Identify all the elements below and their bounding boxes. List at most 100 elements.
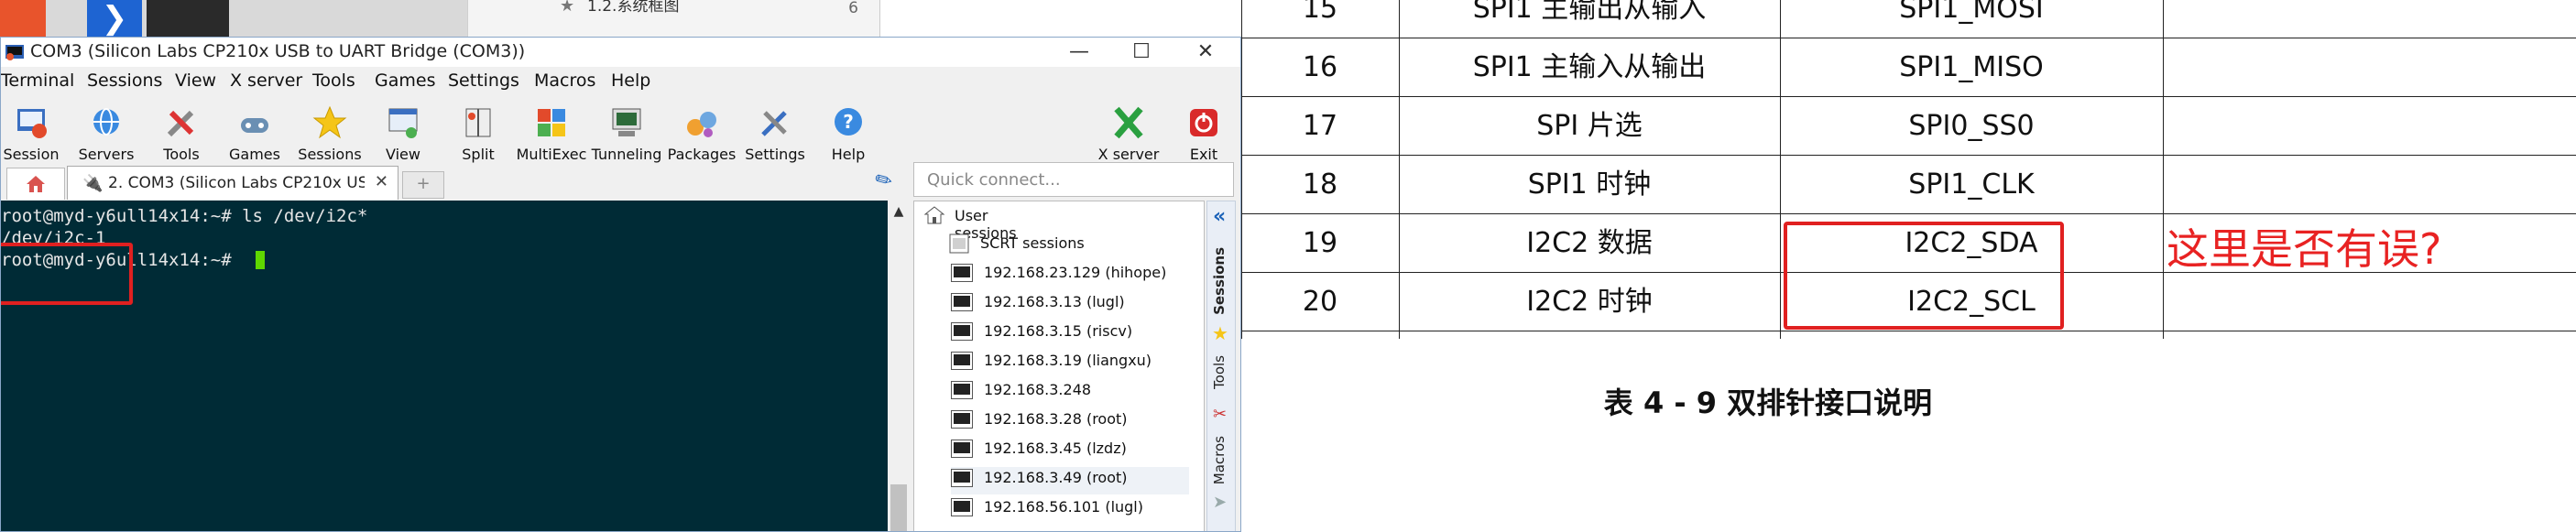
mobaxterm-window: COM3 (Silicon Labs CP210x USB to UART Br… bbox=[0, 37, 1241, 532]
title-bar[interactable]: COM3 (Silicon Labs CP210x USB to UART Br… bbox=[1, 38, 1240, 67]
terminal-session-icon bbox=[951, 381, 973, 399]
document-page-left bbox=[879, 0, 1242, 37]
xserver-icon bbox=[1109, 103, 1148, 142]
terminal-area[interactable]: root@myd-y6ull14x14:~# ls /dev/i2c* /dev… bbox=[1, 201, 888, 531]
collapse-sidebar-icon[interactable]: « bbox=[1213, 205, 1226, 228]
menu-games[interactable]: Games bbox=[375, 71, 435, 91]
view-icon bbox=[384, 103, 422, 142]
tab-close-icon[interactable]: ✕ bbox=[375, 172, 388, 191]
side-tab-sessions[interactable]: Sessions bbox=[1211, 247, 1231, 315]
highlight-box-i2c bbox=[1784, 222, 2064, 330]
terminal-scrollbar[interactable]: ▲ bbox=[888, 201, 910, 531]
games-button[interactable]: Games bbox=[219, 100, 290, 163]
pin-number: 20 bbox=[1241, 273, 1399, 331]
annotation-text: 这里是否有误? bbox=[2167, 224, 2442, 274]
new-tab-button[interactable]: + bbox=[402, 171, 444, 199]
attach-icon[interactable]: ✎ bbox=[871, 167, 897, 195]
pin-note bbox=[2163, 38, 2576, 97]
app-taskbar-icon-1[interactable] bbox=[0, 0, 46, 37]
pin-function: SPI1 时钟 bbox=[1399, 156, 1780, 214]
app-taskbar-icon-2[interactable]: ❯ bbox=[87, 0, 142, 37]
menu-terminal[interactable]: Terminal bbox=[1, 71, 74, 91]
home-icon bbox=[27, 176, 45, 192]
x-server-button[interactable]: X server bbox=[1093, 100, 1164, 163]
maximize-button[interactable]: ☐ bbox=[1110, 38, 1173, 67]
desktop-background bbox=[0, 0, 467, 37]
sessions-button[interactable]: Sessions bbox=[294, 100, 366, 163]
pin-function: SPI1 主输出从输入 bbox=[1399, 0, 1780, 38]
help-icon: ? bbox=[829, 103, 868, 142]
quick-connect-input[interactable]: Quick connect... bbox=[913, 162, 1234, 197]
close-button[interactable]: ✕ bbox=[1174, 38, 1237, 67]
pin-function: SPI 片选 bbox=[1399, 97, 1780, 156]
highlight-box-terminal bbox=[1, 243, 133, 305]
split-button[interactable]: Split bbox=[442, 100, 514, 163]
pin-signal: SPI1_MISO bbox=[1780, 38, 2163, 97]
pin-function: I2C2 时钟 bbox=[1399, 273, 1780, 331]
session-icon bbox=[12, 103, 50, 142]
pin-number: 19 bbox=[1241, 214, 1399, 273]
pin-note bbox=[2163, 273, 2576, 331]
star-icon: ★ bbox=[1212, 322, 1228, 344]
settings-button[interactable]: Settings bbox=[739, 100, 811, 163]
side-tab-macros[interactable]: Macros bbox=[1211, 436, 1231, 484]
tab-com3[interactable]: 🔌 2. COM3 (Silicon Labs CP210x USB t ✕ bbox=[67, 166, 398, 200]
packages-icon bbox=[682, 103, 721, 142]
menu-help[interactable]: Help bbox=[611, 71, 650, 91]
app-taskbar-icon-3[interactable] bbox=[147, 0, 229, 37]
terminal-session-icon bbox=[951, 498, 973, 516]
pin-signal: SPI1_MOSI bbox=[1780, 0, 2163, 38]
menu-x-server[interactable]: X server bbox=[230, 71, 302, 91]
multiexec-button[interactable]: MultiExec bbox=[516, 100, 587, 163]
pin-signal: SPI0_SS0 bbox=[1780, 97, 2163, 156]
terminal-session-icon bbox=[951, 293, 973, 311]
pin-signal: SPI1_CLK bbox=[1780, 156, 2163, 214]
table-row: 18 SPI1 时钟 SPI1_CLK bbox=[1241, 156, 2576, 214]
user-sessions-root[interactable]: User sessions bbox=[923, 205, 1017, 242]
table-caption: 表 4 - 9 双排针接口说明 bbox=[1603, 385, 1933, 420]
folder-icon bbox=[949, 233, 969, 254]
table-row: 15 SPI1 主输出从输入 SPI1_MOSI bbox=[1241, 0, 2576, 38]
terminal-cursor bbox=[256, 251, 265, 269]
document-page: 15 SPI1 主输出从输入 SPI1_MOSI 16 SPI1 主输入从输出 … bbox=[1241, 0, 2576, 532]
help-button[interactable]: ? Help bbox=[813, 100, 884, 163]
tab-home[interactable] bbox=[6, 168, 65, 200]
pin-number: 18 bbox=[1241, 156, 1399, 214]
games-icon bbox=[235, 103, 274, 142]
packages-button[interactable]: Packages bbox=[666, 100, 737, 163]
pin-function: SPI1 主输入从输出 bbox=[1399, 38, 1780, 97]
pin-function: I2C2 数据 bbox=[1399, 214, 1780, 273]
terminal-line: root@myd-y6ull14x14:~# ls /dev/i2c* bbox=[1, 206, 368, 226]
scrt-sessions-folder[interactable]: SCRT sessions bbox=[947, 233, 1085, 260]
view-button[interactable]: View bbox=[367, 100, 439, 163]
bookmark-icon: ★ bbox=[560, 0, 575, 16]
svg-text:?: ? bbox=[843, 111, 854, 133]
tools-button[interactable]: Tools bbox=[146, 100, 217, 163]
menu-tools[interactable]: Tools bbox=[312, 71, 355, 91]
menu-bar: Terminal Sessions View X server Tools Ga… bbox=[1, 71, 1240, 96]
tools-icon: ✂ bbox=[1213, 405, 1228, 424]
scroll-up-arrow-icon[interactable]: ▲ bbox=[888, 201, 910, 223]
outline-item-label[interactable]: 1.2.系统框图 bbox=[587, 0, 679, 15]
serial-icon: 🔌 bbox=[82, 174, 104, 193]
session-item-selected[interactable]: 192.168.3.49 (root) bbox=[951, 467, 1189, 494]
side-tab-tools[interactable]: Tools bbox=[1211, 355, 1231, 389]
settings-icon bbox=[756, 103, 794, 142]
terminal-session-icon bbox=[951, 322, 973, 341]
tunneling-button[interactable]: Tunneling bbox=[591, 100, 662, 163]
send-icon: ➤ bbox=[1213, 493, 1228, 512]
session-button[interactable]: Session bbox=[1, 100, 67, 163]
document-outline-panel: ★ 1.2.系统框图 6 bbox=[467, 0, 880, 37]
scrollbar-thumb[interactable] bbox=[890, 484, 907, 531]
multiexec-icon bbox=[532, 103, 571, 142]
minimize-button[interactable]: — bbox=[1048, 38, 1110, 67]
menu-macros[interactable]: Macros bbox=[534, 71, 595, 91]
exit-button[interactable]: Exit bbox=[1168, 100, 1239, 163]
menu-settings[interactable]: Settings bbox=[448, 71, 519, 91]
menu-view[interactable]: View bbox=[175, 71, 216, 91]
servers-button[interactable]: Servers bbox=[71, 100, 142, 163]
pin-note bbox=[2163, 0, 2576, 38]
tab-strip: 🔌 2. COM3 (Silicon Labs CP210x USB t ✕ +… bbox=[1, 164, 899, 201]
menu-sessions[interactable]: Sessions bbox=[87, 71, 162, 91]
table-row: 16 SPI1 主输入从输出 SPI1_MISO bbox=[1241, 38, 2576, 97]
